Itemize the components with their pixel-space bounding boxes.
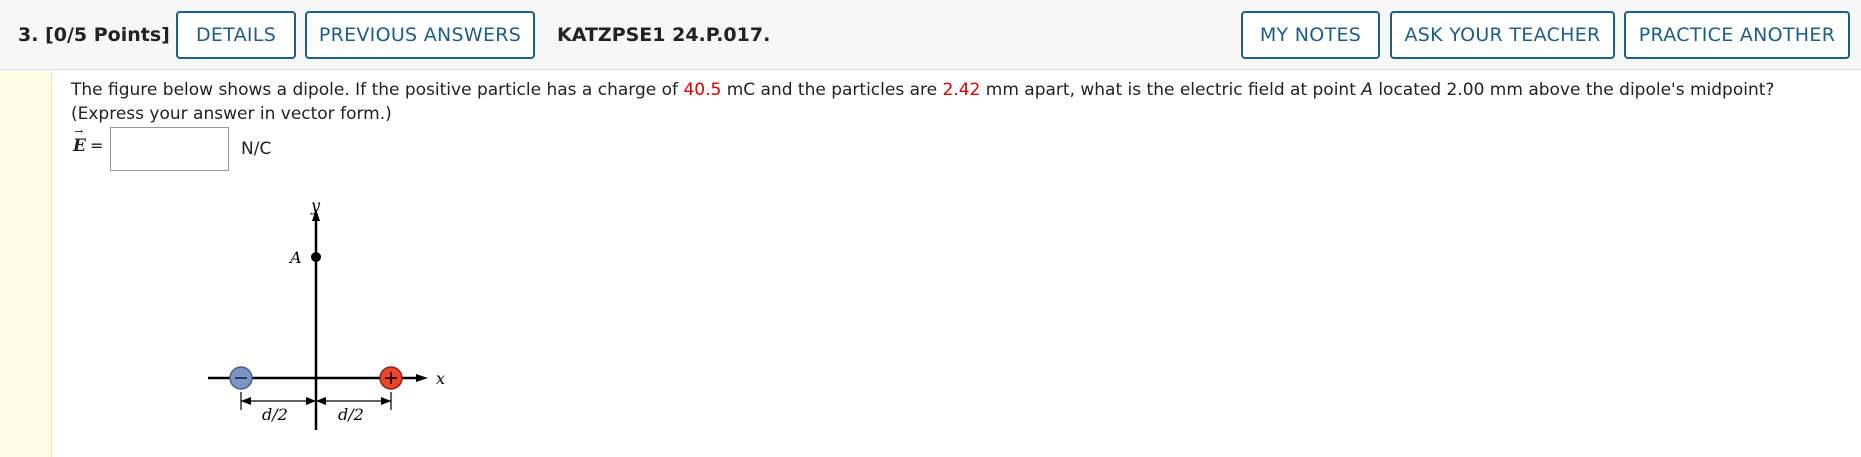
previous-answers-button[interactable]: PREVIOUS ANSWERS: [305, 11, 535, 59]
x-axis-label: x: [436, 369, 445, 388]
field-vector-label: → E =: [73, 125, 104, 156]
vector-letter: E: [73, 136, 86, 156]
question-title: 3. [0/5 Points]: [18, 24, 170, 46]
question-text-part: The figure below shows a dipole. If the …: [71, 80, 684, 100]
question-text-part: mC and the particles are: [721, 80, 943, 100]
question-sidebar: [0, 71, 52, 457]
dipole-figure: y x A d/2 d/2: [208, 196, 445, 430]
question-header: 3. [0/5 Points] DETAILS PREVIOUS ANSWERS…: [0, 0, 1861, 70]
positive-charge: [379, 366, 403, 390]
right-dim-label: d/2: [338, 405, 364, 424]
point-name: A: [1361, 80, 1373, 100]
equals-sign: =: [89, 136, 104, 155]
y-axis-label: y: [310, 196, 321, 215]
electric-field-input[interactable]: [110, 127, 229, 171]
ask-your-teacher-button[interactable]: ASK YOUR TEACHER: [1390, 11, 1615, 59]
problem-code: KATZPSE1 24.P.017.: [557, 24, 771, 46]
dim-arrow-icon: [381, 397, 391, 405]
dim-arrow-icon: [306, 397, 316, 405]
negative-charge: [229, 366, 253, 390]
practice-another-button[interactable]: PRACTICE ANOTHER: [1624, 11, 1850, 59]
my-notes-button[interactable]: MY NOTES: [1241, 11, 1380, 59]
charge-value: 40.5: [683, 80, 722, 100]
unit-label: N/C: [241, 139, 272, 159]
vector-arrow-icon: →: [74, 125, 84, 138]
left-dim-label: d/2: [262, 405, 288, 424]
question-text: The figure below shows a dipole. If the …: [71, 78, 1851, 126]
vector-symbol: → E: [73, 125, 86, 156]
x-axis-arrow-icon: [416, 374, 428, 382]
points-label: [0/5 Points]: [45, 24, 170, 46]
dimension-left: d/2: [240, 392, 316, 424]
point-a-dot: [311, 252, 321, 262]
dim-arrow-icon: [316, 397, 326, 405]
dimension-right: d/2: [316, 392, 392, 424]
point-a-label: A: [288, 248, 302, 267]
question-text-part: mm apart, what is the electric field at …: [980, 80, 1362, 100]
separation-value: 2.42: [942, 80, 981, 100]
question-number: 3.: [18, 24, 39, 46]
dim-arrow-icon: [241, 397, 251, 405]
details-button[interactable]: DETAILS: [176, 11, 296, 59]
